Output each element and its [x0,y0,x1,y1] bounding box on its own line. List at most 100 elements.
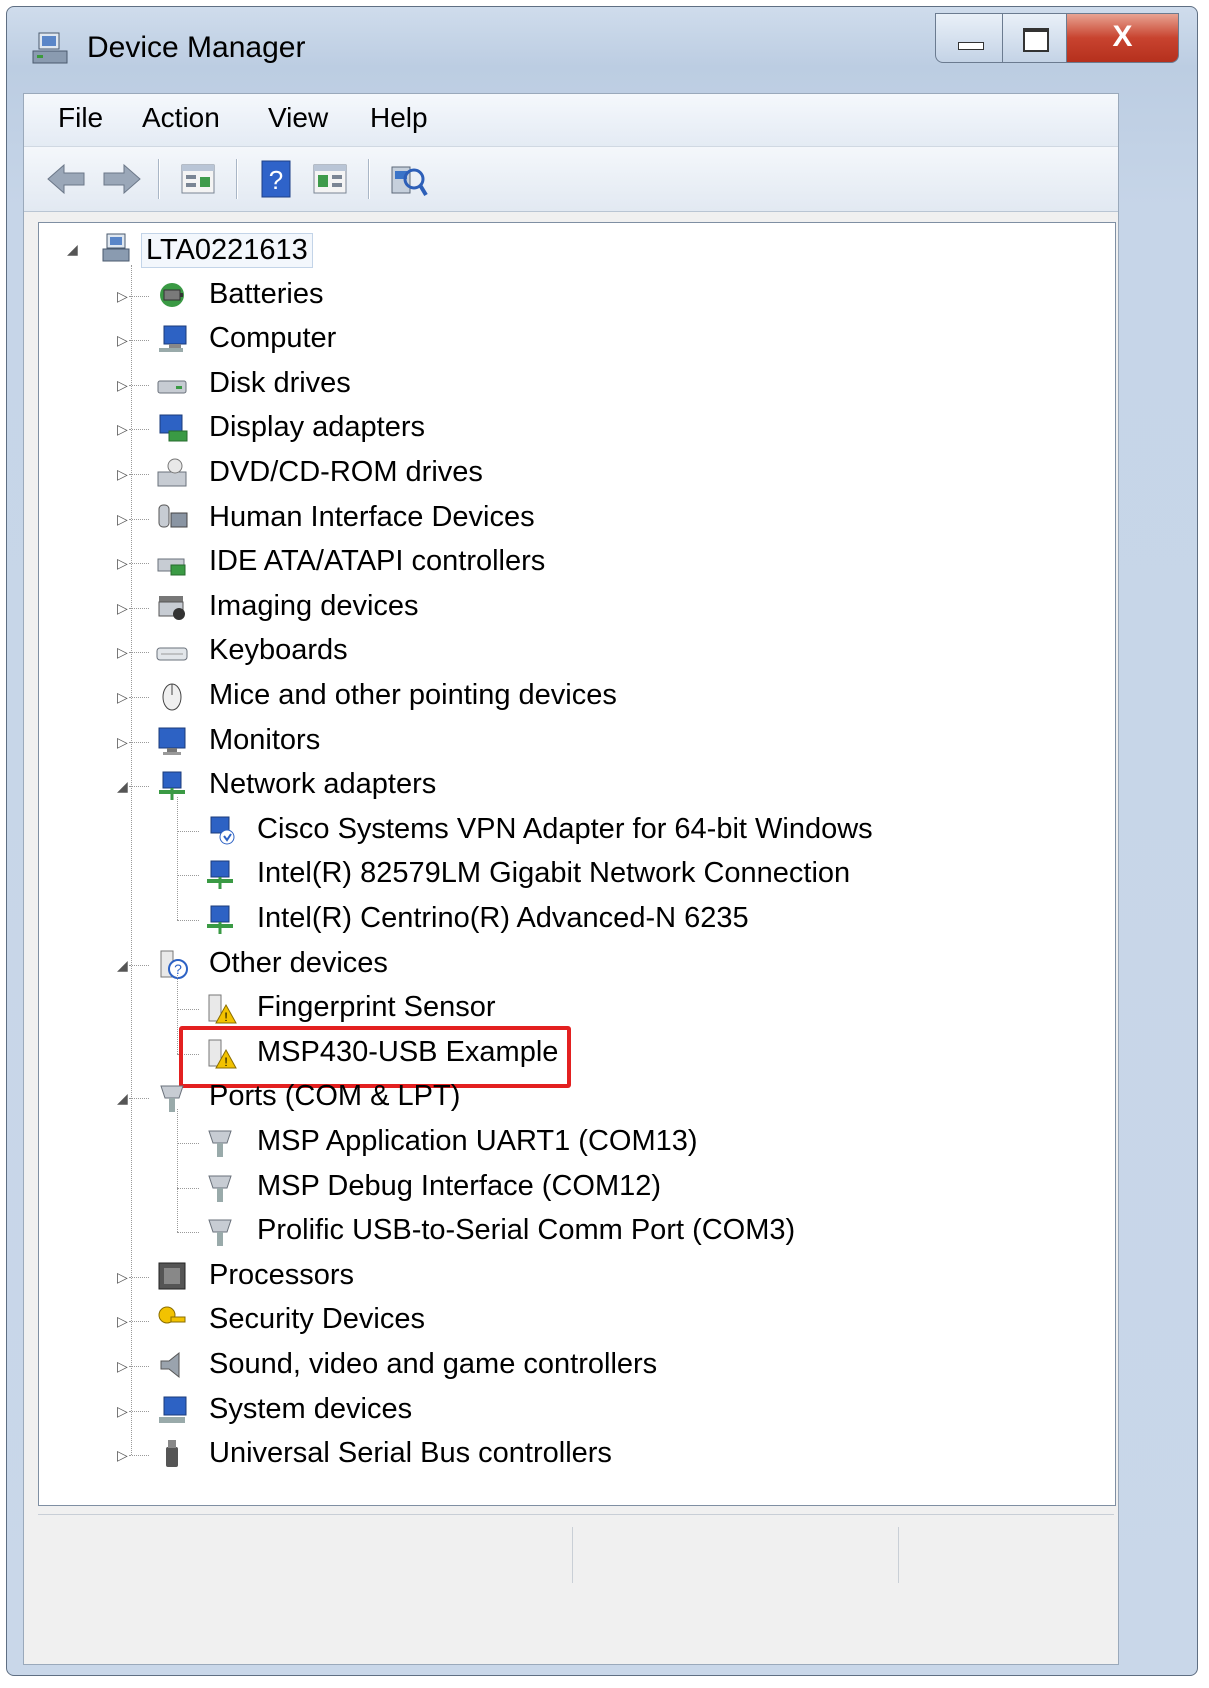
tree-connector [129,429,149,431]
status-pane [898,1527,1114,1583]
menu-file[interactable]: File [58,102,103,134]
ide-controller-icon [157,558,186,576]
tree-connector [129,563,149,565]
maximize-button[interactable] [1003,13,1067,63]
view-icon[interactable] [308,157,352,201]
help-icon[interactable]: ? [254,157,298,201]
close-button[interactable]: X [1067,13,1179,63]
tree-connector [129,741,149,743]
tree-connector [129,1366,149,1367]
display-adapter-icon [159,414,188,442]
menu-action[interactable]: Action [142,102,220,134]
tree-category[interactable]: System devices [209,1393,412,1426]
tree-device[interactable]: Fingerprint Sensor [257,991,496,1024]
tree-category[interactable]: Keyboards [209,634,348,667]
tree-connector [129,518,149,520]
tree-category[interactable]: Imaging devices [209,590,419,623]
tree-connector [177,875,199,877]
tree-category[interactable]: Universal Serial Bus controllers [209,1437,612,1470]
tree-connector [129,1455,149,1457]
menu-bar: File Action View Help [24,94,1118,147]
tree-device[interactable]: Intel(R) 82579LM Gigabit Network Connect… [257,857,850,890]
tree-category[interactable]: Security Devices [209,1303,425,1336]
tree-connector [129,340,149,342]
tree-device[interactable]: Cisco Systems VPN Adapter for 64-bit Win… [257,813,873,846]
port-icon [208,1130,232,1157]
tree-connector [129,652,149,654]
toolbar-separator [368,159,370,199]
tree-category[interactable]: Human Interface Devices [209,501,535,534]
highlight-annotation [179,1025,571,1088]
tree-connector [129,1276,149,1278]
tree-device[interactable]: MSP Application UART1 (COM13) [257,1125,698,1158]
scan-hardware-icon[interactable] [386,157,430,201]
tree-category[interactable]: IDE ATA/ATAPI controllers [209,545,545,578]
tree-category[interactable]: Mice and other pointing devices [209,679,617,712]
tree-connector [177,830,199,832]
tree-connector [129,474,149,475]
tree-category[interactable]: Batteries [209,278,323,311]
monitor-icon [158,727,186,755]
tree-connector [177,796,178,920]
tree-connector [177,1232,199,1234]
usb-icon [166,1440,178,1468]
tree-connector [129,964,149,966]
network-adapter-icon [207,905,233,934]
imaging-icon [158,595,185,620]
tree-device[interactable]: Intel(R) Centrino(R) Advanced-N 6235 [257,902,749,935]
tree-category[interactable]: Monitors [209,724,320,757]
menu-help[interactable]: Help [370,102,428,134]
port-icon [208,1219,232,1247]
client-area: File Action View Help ? ◢ LTA0221613 ▷ B… [23,93,1119,1665]
device-tree[interactable]: ◢ LTA0221613 ▷ Batteries ▷ Computer ▷ Disk driv… [38,222,1116,1506]
menu-view[interactable]: View [268,102,328,134]
tree-connector [177,1143,199,1144]
tree-category[interactable]: Sound, video and game controllers [209,1348,657,1381]
back-icon[interactable] [44,157,88,201]
status-bar [38,1514,1114,1643]
tree-category[interactable]: Ports (COM & LPT) [209,1080,460,1113]
tree-category[interactable]: Display adapters [209,411,425,444]
svg-text:?: ? [269,165,283,195]
window-title: Device Manager [87,31,306,64]
tree-device[interactable]: MSP Debug Interface (COM12) [257,1170,661,1203]
tree-connector [177,920,199,921]
warning-device-icon: ! [208,994,237,1024]
tree-category[interactable]: DVD/CD-ROM drives [209,456,483,489]
tree-category[interactable]: Disk drives [209,367,351,400]
tree-category[interactable]: Other devices [209,947,388,980]
toolbar-separator [236,159,238,199]
minimize-icon [958,42,984,50]
tree-connector [129,384,149,386]
tree-connector [129,1098,149,1100]
tree-root-computer[interactable]: LTA0221613 [141,233,313,268]
tree-connector [129,295,149,297]
tree-category[interactable]: Computer [209,322,336,355]
properties-icon[interactable] [176,157,220,201]
speaker-icon [160,1351,180,1379]
svg-text:!: ! [224,1010,227,1024]
tree-category[interactable]: Network adapters [209,768,436,801]
toolbar-separator [158,159,160,199]
tree-device[interactable]: Prolific USB-to-Serial Comm Port (COM3) [257,1214,795,1247]
disk-drive-icon [157,380,187,394]
status-pane [572,1527,899,1583]
window-controls: X [935,13,1179,63]
tree-connector [129,697,149,698]
tree-connector [129,786,149,788]
computer-icon [159,325,187,353]
dvd-drive-icon [157,458,187,487]
tree-connector [129,1321,149,1323]
tree-connector [177,1109,178,1233]
collapse-arrow-icon[interactable]: ◢ [67,241,81,257]
forward-icon[interactable] [100,157,144,201]
network-adapter-icon [159,771,185,801]
vpn-icon [210,816,235,845]
device-manager-icon [32,32,68,64]
tree-category[interactable]: Processors [209,1259,354,1292]
title-bar[interactable]: Device Manager X [7,7,1197,93]
close-icon: X [1112,20,1133,53]
unknown-device-icon: ? [160,950,188,979]
minimize-button[interactable] [935,13,1003,63]
device-manager-window: Device Manager X File Action View Help ?… [6,6,1198,1676]
